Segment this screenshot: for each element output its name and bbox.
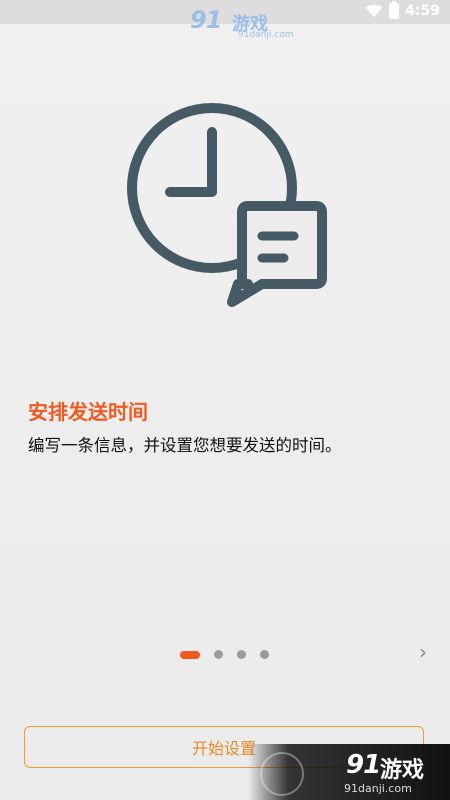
- page-dot-2[interactable]: [214, 650, 223, 659]
- wifi-icon: [365, 4, 383, 18]
- watermark-top: 91 游戏 91danji.com: [190, 6, 300, 42]
- page-dot-4[interactable]: [260, 650, 269, 659]
- status-icons: 4:59: [365, 1, 440, 19]
- status-time: 4:59: [405, 3, 440, 19]
- battery-icon: [389, 1, 400, 19]
- start-setup-label: 开始设置: [191, 739, 256, 758]
- page-dot-1[interactable]: [180, 650, 200, 659]
- watermark-circle-mark: [260, 752, 304, 796]
- watermark-bottom: 91 游戏 91danji.com: [248, 744, 450, 800]
- page-indicator: [180, 650, 269, 659]
- feature-title: 安排发送时间: [28, 400, 148, 424]
- watermark-bottom-title: 游戏: [380, 758, 425, 783]
- watermark-logo: 91: [190, 6, 222, 34]
- clock-with-message-icon: [120, 100, 335, 314]
- watermark-bottom-logo: 91: [346, 750, 381, 780]
- watermark-bottom-url: 91danji.com: [344, 782, 412, 795]
- feature-description: 编写一条信息，并设置您想要发送的时间。: [28, 436, 342, 455]
- chevron-right-icon[interactable]: ›: [414, 642, 432, 662]
- watermark-url: 91danji.com: [238, 30, 294, 40]
- page-dot-3[interactable]: [237, 650, 246, 659]
